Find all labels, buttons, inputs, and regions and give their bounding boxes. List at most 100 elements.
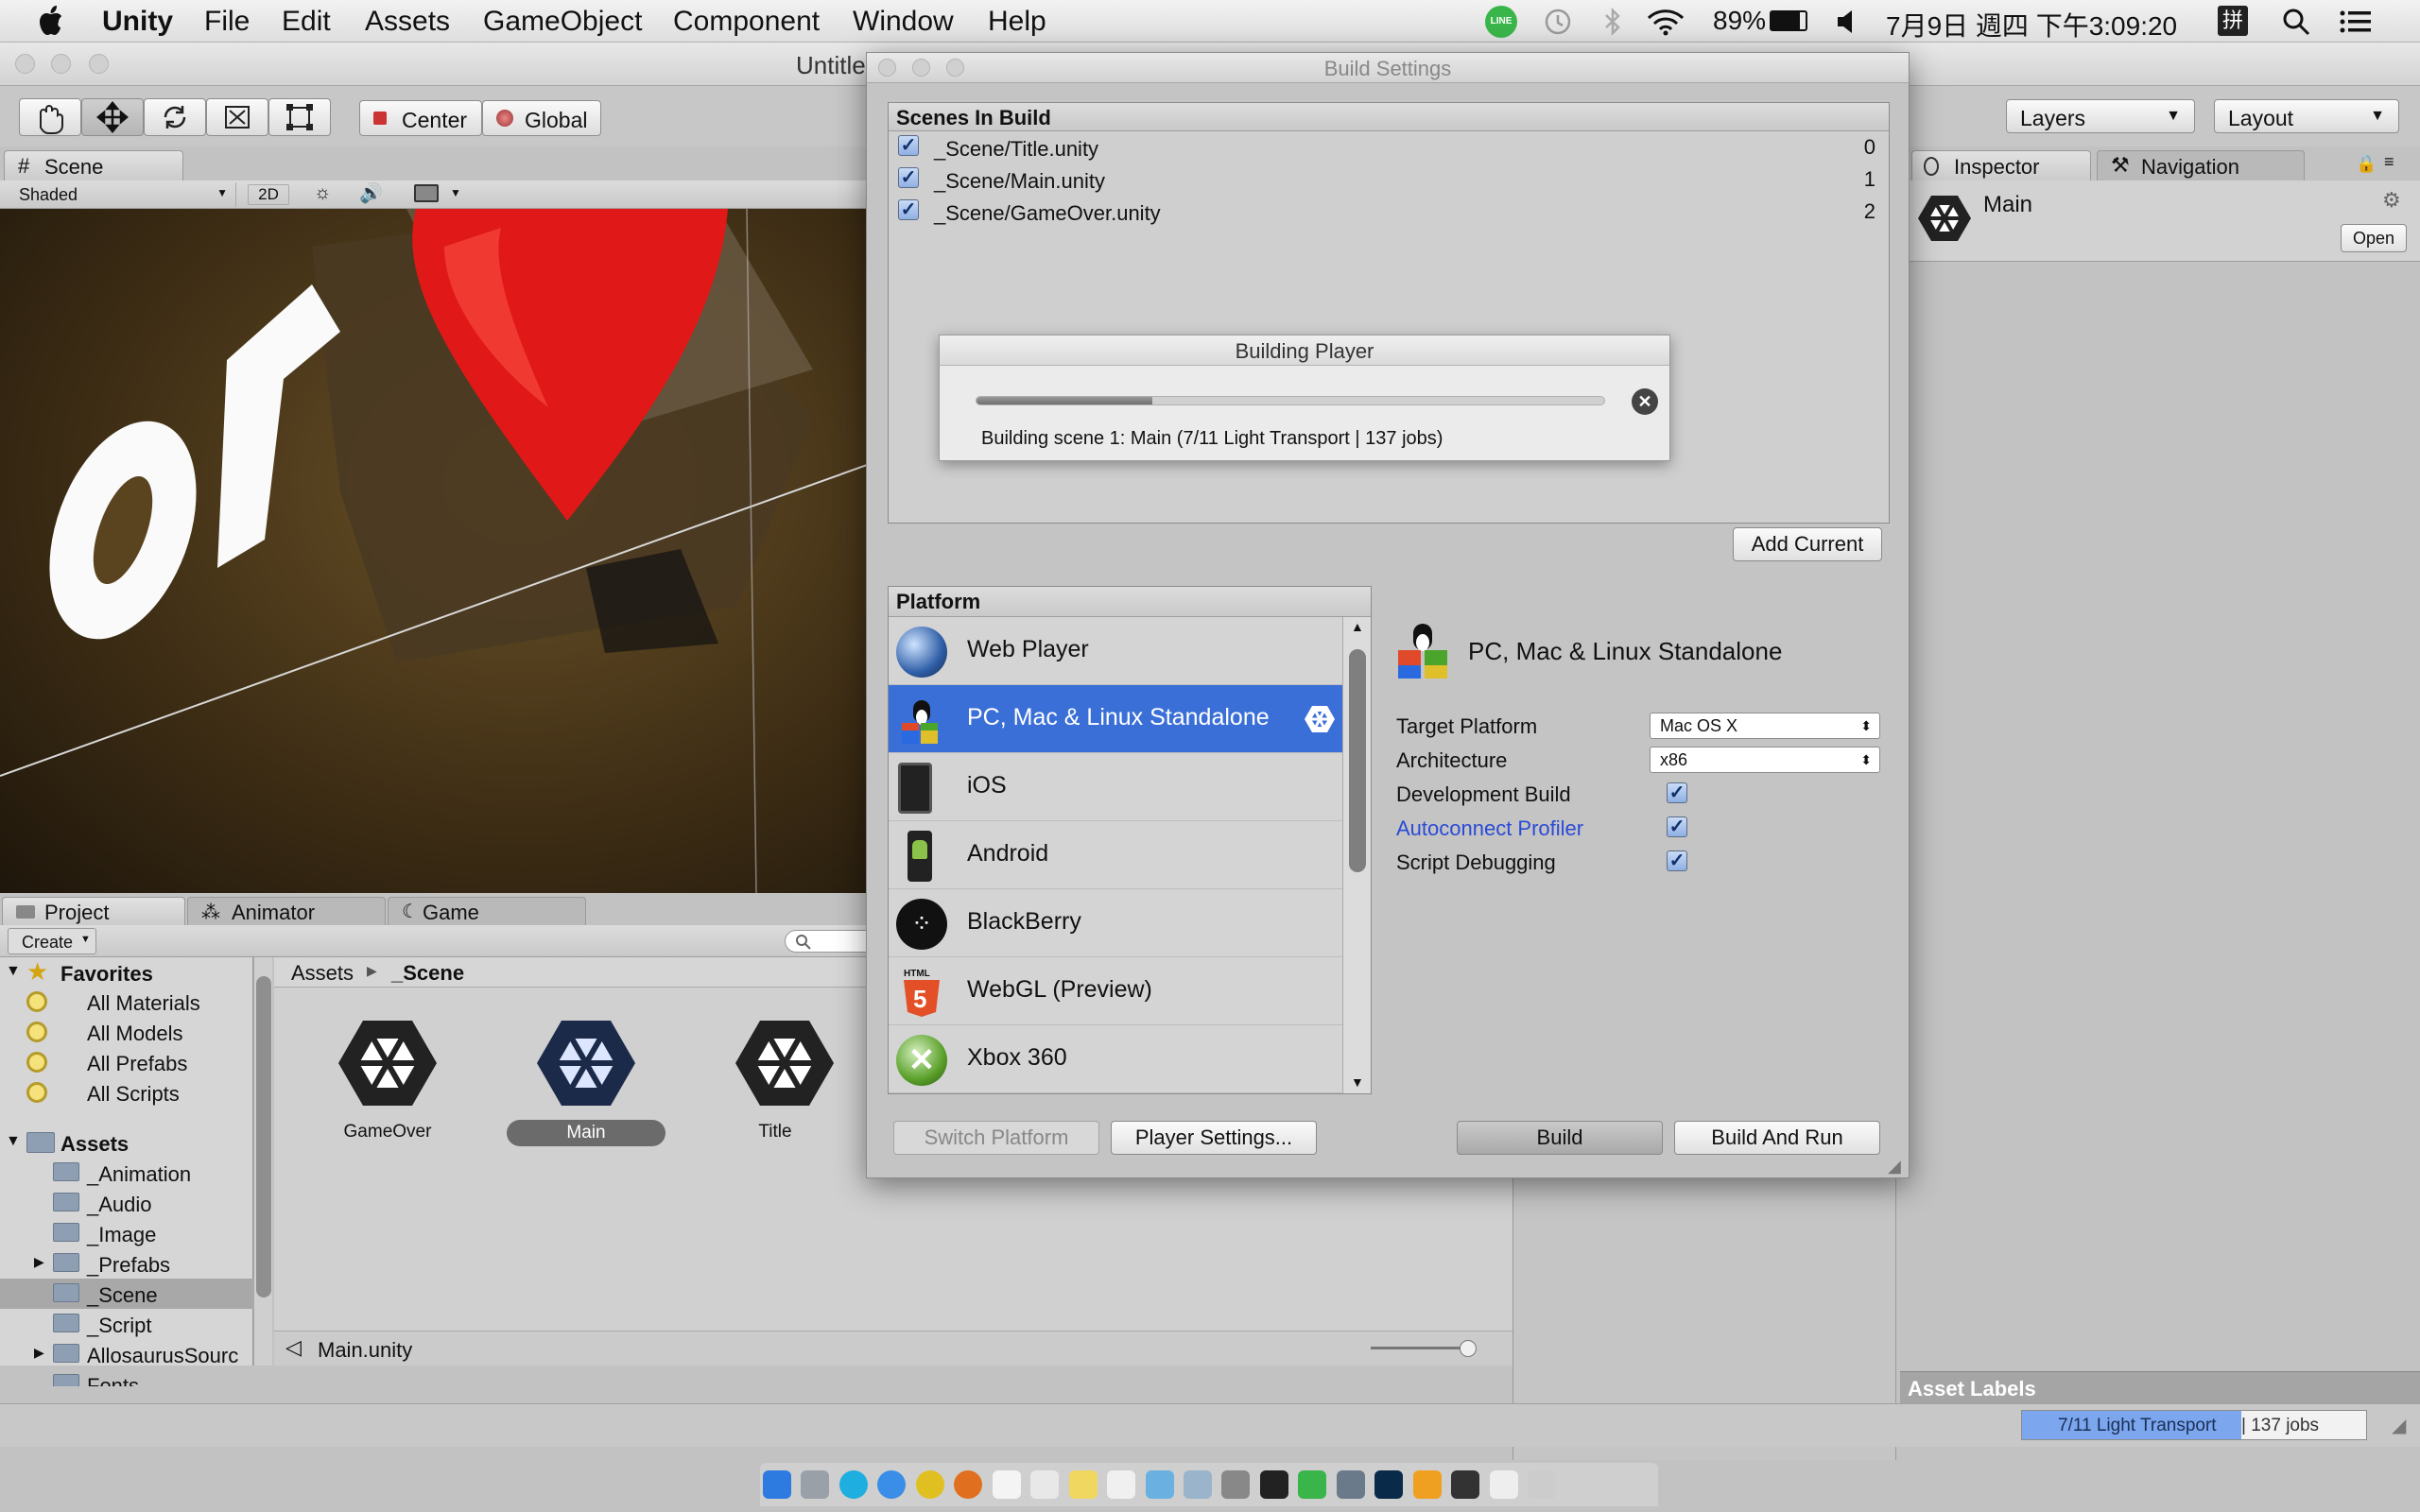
tab-navigation[interactable]: ⚒ Navigation — [2097, 150, 2305, 180]
input-method-icon[interactable]: 拼 — [2218, 6, 2248, 36]
slider-thumb[interactable] — [1460, 1340, 1477, 1357]
open-button[interactable]: Open — [2341, 224, 2407, 252]
time-machine-icon[interactable] — [1543, 8, 1573, 36]
list-item[interactable]: _Script — [0, 1309, 253, 1339]
favorites-header[interactable]: ▼ ★ Favorites — [0, 957, 253, 988]
cancel-build-icon[interactable]: ✕ — [1632, 388, 1658, 415]
script-debugging-checkbox[interactable]: ✓ — [1667, 850, 1687, 871]
add-current-button[interactable]: Add Current — [1733, 527, 1882, 561]
scrollbar-thumb[interactable] — [1349, 649, 1366, 872]
calendar-icon[interactable] — [992, 1470, 1021, 1499]
zoom-window-button[interactable] — [89, 54, 109, 74]
target-platform-select[interactable]: Mac OS X ⬍ — [1650, 713, 1880, 739]
skype-icon[interactable] — [838, 1470, 868, 1499]
scene-audio-icon[interactable]: 🔊 — [359, 181, 383, 205]
menu-help[interactable]: Help — [988, 6, 1046, 38]
notes-icon[interactable] — [1068, 1470, 1098, 1499]
trash-icon[interactable] — [1528, 1470, 1557, 1499]
hand-tool-button[interactable] — [19, 98, 81, 136]
icon-size-slider[interactable] — [1371, 1347, 1465, 1349]
platform-item-webgl[interactable]: HTML 5 WebGL (Preview) — [889, 957, 1342, 1025]
tab-project[interactable]: Project — [2, 897, 185, 925]
notification-center-icon[interactable] — [2339, 9, 2373, 35]
app-icon[interactable] — [1336, 1470, 1365, 1499]
layers-dropdown[interactable]: Layers ▼ — [2006, 99, 2195, 133]
scroll-down-icon[interactable]: ▼ — [1351, 1074, 1364, 1090]
create-dropdown[interactable]: Create ▼ — [8, 928, 96, 954]
panel-menu-icon[interactable]: ≡ — [2384, 152, 2394, 172]
list-item[interactable]: All Materials — [0, 988, 253, 1018]
app-icon[interactable] — [1412, 1470, 1442, 1499]
build-button[interactable]: Build — [1457, 1121, 1663, 1155]
scene-effects-icon[interactable] — [414, 184, 439, 202]
platform-item-android[interactable]: Android — [889, 821, 1342, 889]
bluetooth-icon[interactable] — [1602, 7, 1623, 37]
menu-file[interactable]: File — [204, 6, 250, 38]
tab-scene[interactable]: # Scene — [4, 150, 183, 180]
list-item[interactable]: _Animation — [0, 1158, 253, 1188]
architecture-select[interactable]: x86 ⬍ — [1650, 747, 1880, 773]
list-item[interactable]: _Scene — [0, 1279, 253, 1309]
scene-checkbox[interactable]: ✓ — [898, 167, 919, 188]
chrome-icon[interactable] — [915, 1470, 944, 1499]
list-item[interactable]: All Scripts — [0, 1078, 253, 1108]
scene-row[interactable]: ✓ _Scene/GameOver.unity 2 — [889, 196, 1889, 228]
unity-app-icon[interactable] — [1451, 1470, 1480, 1499]
lock-icon[interactable]: 🔒 — [2356, 154, 2377, 174]
battery-icon[interactable] — [1770, 10, 1807, 31]
tab-inspector[interactable]: Inspector — [1911, 150, 2091, 180]
scene-row[interactable]: ✓ _Scene/Title.unity 0 — [889, 131, 1889, 163]
breadcrumb-scene[interactable]: _Scene — [391, 961, 464, 986]
list-item[interactable]: ▶ _Prefabs — [0, 1248, 253, 1279]
menu-assets[interactable]: Assets — [365, 6, 450, 38]
scroll-up-icon[interactable]: ▲ — [1351, 619, 1364, 634]
photoshop-icon[interactable] — [1374, 1470, 1404, 1499]
scene-checkbox[interactable]: ✓ — [898, 135, 919, 156]
minimize-window-button[interactable] — [51, 54, 71, 74]
list-item[interactable]: _Audio — [0, 1188, 253, 1218]
wifi-icon[interactable] — [1645, 8, 1686, 36]
build-and-run-button[interactable]: Build And Run — [1674, 1121, 1880, 1155]
mode-2d-toggle[interactable]: 2D — [248, 184, 289, 205]
menu-gameobject[interactable]: GameObject — [483, 6, 642, 38]
rect-tool-button[interactable] — [268, 98, 331, 136]
system-preferences-icon[interactable] — [1221, 1470, 1251, 1499]
list-item[interactable]: _Image — [0, 1218, 253, 1248]
development-build-checkbox[interactable]: ✓ — [1667, 782, 1687, 803]
background-task-progress[interactable]: 7/11 Light Transport | 137 jobs — [2021, 1410, 2367, 1440]
contacts-icon[interactable] — [1030, 1470, 1060, 1499]
scene-lighting-icon[interactable]: ☼ — [314, 182, 331, 204]
list-item[interactable]: ▶ AllosaurusSourc — [0, 1339, 253, 1369]
autoconnect-profiler-checkbox[interactable]: ✓ — [1667, 816, 1687, 837]
scrollbar-thumb[interactable] — [256, 976, 271, 1297]
rotate-tool-button[interactable] — [144, 98, 206, 136]
list-item[interactable]: All Prefabs — [0, 1048, 253, 1078]
line-icon[interactable]: LINE — [1485, 6, 1517, 38]
launchpad-icon[interactable] — [801, 1470, 830, 1499]
scene-checkbox[interactable]: ✓ — [898, 199, 919, 220]
assets-root-item[interactable]: ▼ Assets — [0, 1127, 253, 1158]
layout-dropdown[interactable]: Layout ▼ — [2214, 99, 2399, 133]
list-item[interactable]: All Models — [0, 1018, 253, 1048]
safari-icon[interactable] — [877, 1470, 907, 1499]
scene-viewport[interactable] — [0, 209, 870, 893]
move-tool-button[interactable] — [81, 98, 144, 136]
spotlight-search-icon[interactable] — [2281, 7, 2311, 37]
keynote-icon[interactable] — [1183, 1470, 1212, 1499]
menu-window[interactable]: Window — [853, 6, 954, 38]
switch-platform-button[interactable]: Switch Platform — [893, 1121, 1099, 1155]
dialog-resize-grip-icon[interactable]: ◢ — [1888, 1157, 1901, 1177]
player-settings-button[interactable]: Player Settings... — [1111, 1121, 1317, 1155]
scene-file-main[interactable]: Main — [507, 1005, 666, 1146]
platform-item-xbox360[interactable]: ✕ Xbox 360 — [889, 1025, 1342, 1093]
breadcrumb-assets[interactable]: Assets — [291, 961, 354, 986]
platform-item-web-player[interactable]: Web Player — [889, 617, 1342, 685]
tab-game[interactable]: ☾ Game — [388, 897, 586, 925]
firefox-icon[interactable] — [954, 1470, 983, 1499]
app-menu[interactable]: Unity — [102, 6, 173, 38]
platform-scrollbar[interactable]: ▲ ▼ — [1342, 617, 1371, 1093]
close-window-button[interactable] — [15, 54, 35, 74]
gear-icon[interactable]: ⚙ — [2382, 188, 2401, 213]
platform-item-ios[interactable]: iOS — [889, 753, 1342, 821]
shading-mode-dropdown[interactable]: Shaded ▼ — [4, 182, 236, 207]
